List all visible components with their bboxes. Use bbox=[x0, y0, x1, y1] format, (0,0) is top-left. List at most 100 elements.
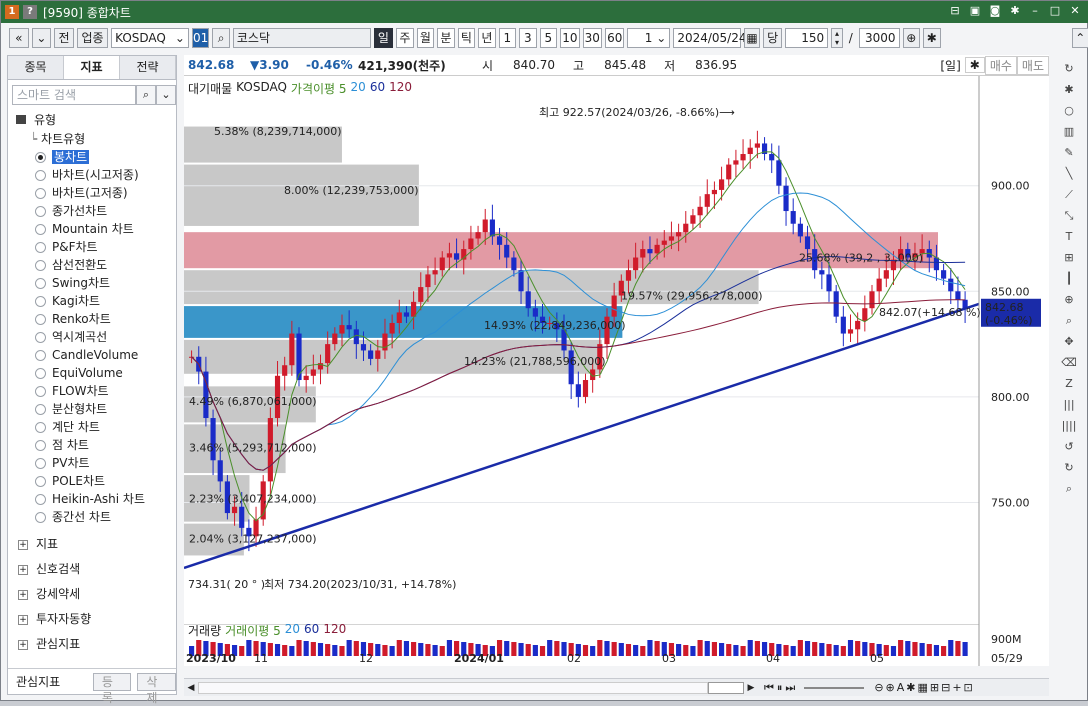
prev-button[interactable]: 전 bbox=[54, 28, 74, 48]
chart-type-item[interactable]: 종가선차트 bbox=[8, 202, 176, 220]
group-item[interactable]: +강세약세 bbox=[8, 582, 176, 607]
bars2-icon[interactable]: |||| bbox=[1060, 416, 1078, 435]
radio-icon[interactable] bbox=[35, 188, 46, 199]
bar-chart-icon[interactable]: ▥ bbox=[1060, 122, 1078, 141]
text-icon[interactable]: T bbox=[1060, 227, 1078, 246]
grid-icon[interactable]: ⊞ bbox=[1060, 248, 1078, 267]
chart-type-item[interactable]: 바차트(고저종) bbox=[8, 184, 176, 202]
min-10-button[interactable]: 10 bbox=[560, 28, 579, 48]
candle-icon[interactable]: ┃ bbox=[1060, 269, 1078, 288]
chart-type-item[interactable]: 바차트(시고저종) bbox=[8, 166, 176, 184]
radio-icon[interactable] bbox=[35, 440, 46, 451]
nav-prev-button[interactable]: « bbox=[9, 28, 29, 48]
market-button[interactable]: 업종 bbox=[77, 28, 108, 48]
scroll-controls[interactable]: ⏮⏸⏭ bbox=[764, 681, 798, 695]
radio-icon[interactable] bbox=[35, 206, 46, 217]
camera-icon[interactable]: ◙ bbox=[987, 3, 1003, 19]
group-item[interactable]: +지표 bbox=[8, 532, 176, 557]
radio-icon[interactable] bbox=[35, 512, 46, 523]
nav-menu-button[interactable]: ⌄ bbox=[32, 28, 52, 48]
scroll-left-icon[interactable]: ◀ bbox=[184, 683, 198, 693]
chart-type-item[interactable]: 점 차트 bbox=[8, 436, 176, 454]
buy-tag[interactable]: 매수 bbox=[985, 56, 1017, 75]
chart-type-item[interactable]: CandleVolume bbox=[8, 346, 176, 364]
collapse-icon[interactable]: ⌃ bbox=[1072, 28, 1088, 48]
save-icon[interactable]: ▣ bbox=[967, 3, 983, 19]
radio-icon[interactable] bbox=[35, 404, 46, 415]
radio-icon[interactable] bbox=[35, 278, 46, 289]
radio-icon[interactable] bbox=[35, 386, 46, 397]
group-item[interactable]: +신호검색 bbox=[8, 557, 176, 582]
chart-type-item[interactable]: 역시계곡선 bbox=[8, 328, 176, 346]
chart-canvas[interactable]: 900.00850.00800.00750.002023/1011122024/… bbox=[184, 76, 1049, 666]
radio-icon[interactable] bbox=[35, 350, 46, 361]
refresh-icon[interactable]: ↻ bbox=[1060, 59, 1078, 78]
subsection-chart-type[interactable]: ┕ 차트유형 bbox=[8, 130, 176, 148]
group-item[interactable]: +투자자동향 bbox=[8, 607, 176, 632]
period-min-button[interactable]: 분 bbox=[437, 28, 455, 48]
close-icon[interactable]: ✕ bbox=[1067, 3, 1083, 19]
eraser-icon[interactable]: ⌫ bbox=[1060, 353, 1078, 372]
settings-icon[interactable]: ✱ bbox=[923, 28, 941, 48]
chart-type-item[interactable]: 분산형차트 bbox=[8, 400, 176, 418]
chart-type-item[interactable]: PV차트 bbox=[8, 454, 176, 472]
chart-type-item[interactable]: Kagi차트 bbox=[8, 292, 176, 310]
pan-icon[interactable]: ✥ bbox=[1060, 332, 1078, 351]
period-day-button[interactable]: 일 bbox=[374, 28, 393, 48]
help-badge[interactable]: ? bbox=[23, 5, 37, 19]
radio-icon[interactable] bbox=[35, 152, 46, 163]
period-week-button[interactable]: 주 bbox=[396, 28, 414, 48]
min-30-button[interactable]: 30 bbox=[583, 28, 602, 48]
chevron-down-icon[interactable]: ⌄ bbox=[156, 85, 176, 105]
expand-icon[interactable]: + bbox=[18, 590, 28, 600]
gear-icon[interactable]: ✱ bbox=[1007, 3, 1023, 19]
min-60-button[interactable]: 60 bbox=[605, 28, 624, 48]
undo-icon[interactable]: ↺ bbox=[1060, 437, 1078, 456]
radio-icon[interactable] bbox=[35, 242, 46, 253]
radio-icon[interactable] bbox=[35, 314, 46, 325]
bars-icon[interactable]: ||| bbox=[1060, 395, 1078, 414]
chart-type-item[interactable]: Swing차트 bbox=[8, 274, 176, 292]
chart-type-item[interactable]: P&F차트 bbox=[8, 238, 176, 256]
search-icon[interactable]: ⌕ bbox=[212, 28, 230, 48]
group-item[interactable]: +관심지표 bbox=[8, 632, 176, 657]
min-1-button[interactable]: 1 bbox=[499, 28, 517, 48]
sell-tag[interactable]: 매도 bbox=[1017, 56, 1049, 75]
scroll-track[interactable] bbox=[198, 682, 708, 694]
bars-field[interactable]: 150 bbox=[785, 28, 828, 48]
radio-icon[interactable] bbox=[35, 224, 46, 235]
line-tool-icon[interactable]: ╲ bbox=[1060, 164, 1078, 183]
radio-icon[interactable] bbox=[35, 494, 46, 505]
register-button[interactable]: 등록 bbox=[93, 673, 132, 691]
zoom-controls[interactable]: ⊖⊕A✱▦⊞⊟+⊡ bbox=[874, 681, 974, 694]
count-field[interactable]: 1 ⌄ bbox=[627, 28, 670, 48]
code-num-badge[interactable]: 01 bbox=[192, 28, 210, 48]
total-field[interactable]: 3000 bbox=[859, 28, 900, 48]
chart-type-item[interactable]: 삼선전환도 bbox=[8, 256, 176, 274]
price-chart[interactable]: 900.00850.00800.00750.002023/1011122024/… bbox=[184, 76, 1049, 666]
scroll-thumb[interactable] bbox=[708, 682, 744, 694]
smart-search-input[interactable]: 스마트 검색 bbox=[12, 85, 136, 105]
radio-icon[interactable] bbox=[35, 458, 46, 469]
chart-type-item[interactable]: FLOW차트 bbox=[8, 382, 176, 400]
delete-button[interactable]: 삭제 bbox=[137, 673, 176, 691]
search-icon[interactable]: ⌕ bbox=[136, 85, 156, 105]
search-icon[interactable]: ⌕ bbox=[1060, 479, 1078, 498]
speed-slider[interactable] bbox=[804, 687, 864, 689]
min-3-button[interactable]: 3 bbox=[519, 28, 537, 48]
radio-icon[interactable] bbox=[35, 368, 46, 379]
chevron-down-icon[interactable]: ⌄ bbox=[175, 29, 185, 47]
maximize-icon[interactable]: □ bbox=[1047, 3, 1063, 19]
period-tick-button[interactable]: 틱 bbox=[458, 28, 476, 48]
radio-icon[interactable] bbox=[35, 332, 46, 343]
trendline-icon[interactable]: ⟋ bbox=[1060, 185, 1078, 204]
magnifier-icon[interactable]: ⌕ bbox=[1060, 311, 1078, 330]
redo-icon[interactable]: ↻ bbox=[1060, 458, 1078, 477]
chart-type-item[interactable]: 계단 차트 bbox=[8, 418, 176, 436]
radio-icon[interactable] bbox=[35, 170, 46, 181]
period-year-button[interactable]: 년 bbox=[478, 28, 496, 48]
radio-icon[interactable] bbox=[35, 260, 46, 271]
zoom-icon[interactable]: ⊕ bbox=[1060, 290, 1078, 309]
expand-icon[interactable]: + bbox=[18, 640, 28, 650]
expand-icon[interactable]: + bbox=[18, 615, 28, 625]
